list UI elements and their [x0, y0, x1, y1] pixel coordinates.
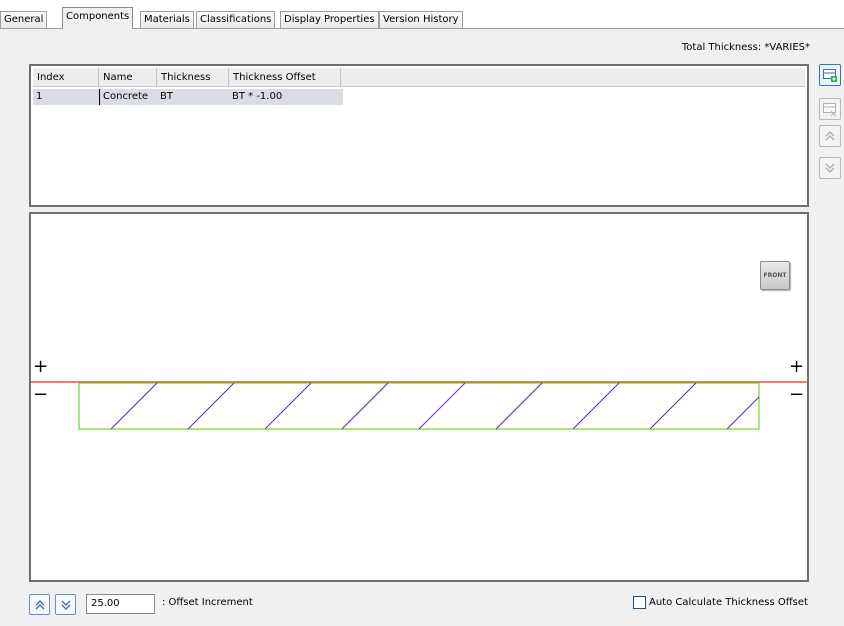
cell-thickness-offset[interactable]: BT * -1.00 — [229, 89, 282, 105]
offset-down-button[interactable] — [55, 594, 76, 615]
total-thickness-label: Total Thickness: *VARIES* — [681, 42, 810, 53]
table-row[interactable]: 1 Concrete BT BT * -1.00 — [33, 89, 343, 105]
tab-strip: General Components Materials Classificat… — [0, 0, 844, 30]
hatch-pattern — [110, 382, 760, 430]
hatch-line — [572, 382, 620, 430]
move-up-icon — [35, 599, 44, 609]
offset-increment-input[interactable]: 25.00 — [86, 594, 155, 614]
plus-marker-right: + — [789, 356, 805, 377]
tab-version-history[interactable]: Version History — [379, 11, 463, 28]
column-header-index[interactable]: Index — [33, 68, 99, 87]
add-component-icon — [823, 69, 837, 82]
minus-marker-left: − — [33, 384, 49, 405]
hatch-line — [187, 382, 235, 430]
move-up-button[interactable] — [819, 125, 841, 147]
add-component-button[interactable] — [819, 64, 841, 86]
hatch-line — [418, 382, 466, 430]
tab-display-properties[interactable]: Display Properties — [280, 11, 379, 28]
offset-up-button[interactable] — [29, 594, 50, 615]
front-view-button[interactable]: FRONT — [760, 261, 790, 290]
column-header-thickness-offset[interactable]: Thickness Offset — [229, 68, 341, 87]
cell-thickness[interactable]: BT — [157, 89, 173, 105]
offset-increment-label: : Offset Increment — [162, 597, 253, 608]
remove-component-button[interactable] — [819, 98, 841, 120]
minus-marker-right: − — [789, 384, 805, 405]
tab-materials[interactable]: Materials — [140, 11, 194, 28]
tab-general[interactable]: General — [0, 11, 48, 28]
hatch-line — [264, 382, 312, 430]
tab-components[interactable]: Components — [62, 7, 134, 29]
move-down-button[interactable] — [819, 157, 841, 179]
tab-classifications[interactable]: Classifications — [196, 11, 276, 28]
hatch-line — [495, 382, 543, 430]
move-down-icon — [61, 600, 70, 610]
components-table[interactable]: Index Name Thickness Thickness Offset 1 … — [29, 64, 809, 207]
column-header-thickness[interactable]: Thickness — [157, 68, 229, 87]
cell-index: 1 — [36, 91, 43, 102]
hatch-line — [110, 382, 158, 430]
move-up-icon — [825, 131, 835, 141]
hatch-line — [649, 382, 697, 430]
move-down-icon — [825, 163, 835, 173]
remove-component-icon — [823, 103, 837, 117]
hatch-line — [726, 396, 760, 430]
cell-name[interactable]: Concrete — [99, 89, 148, 105]
column-header-name[interactable]: Name — [99, 68, 157, 87]
auto-calculate-label: Auto Calculate Thickness Offset — [649, 597, 808, 608]
wall-section-drawing — [31, 381, 807, 430]
plus-marker-left: + — [33, 356, 49, 377]
component-preview[interactable]: + − + − FRONT — [29, 212, 809, 582]
hatch-line — [341, 382, 389, 430]
auto-calculate-checkbox[interactable] — [633, 596, 646, 609]
auto-calculate-option[interactable]: Auto Calculate Thickness Offset — [633, 596, 808, 609]
table-header: Index Name Thickness Thickness Offset — [33, 68, 805, 87]
